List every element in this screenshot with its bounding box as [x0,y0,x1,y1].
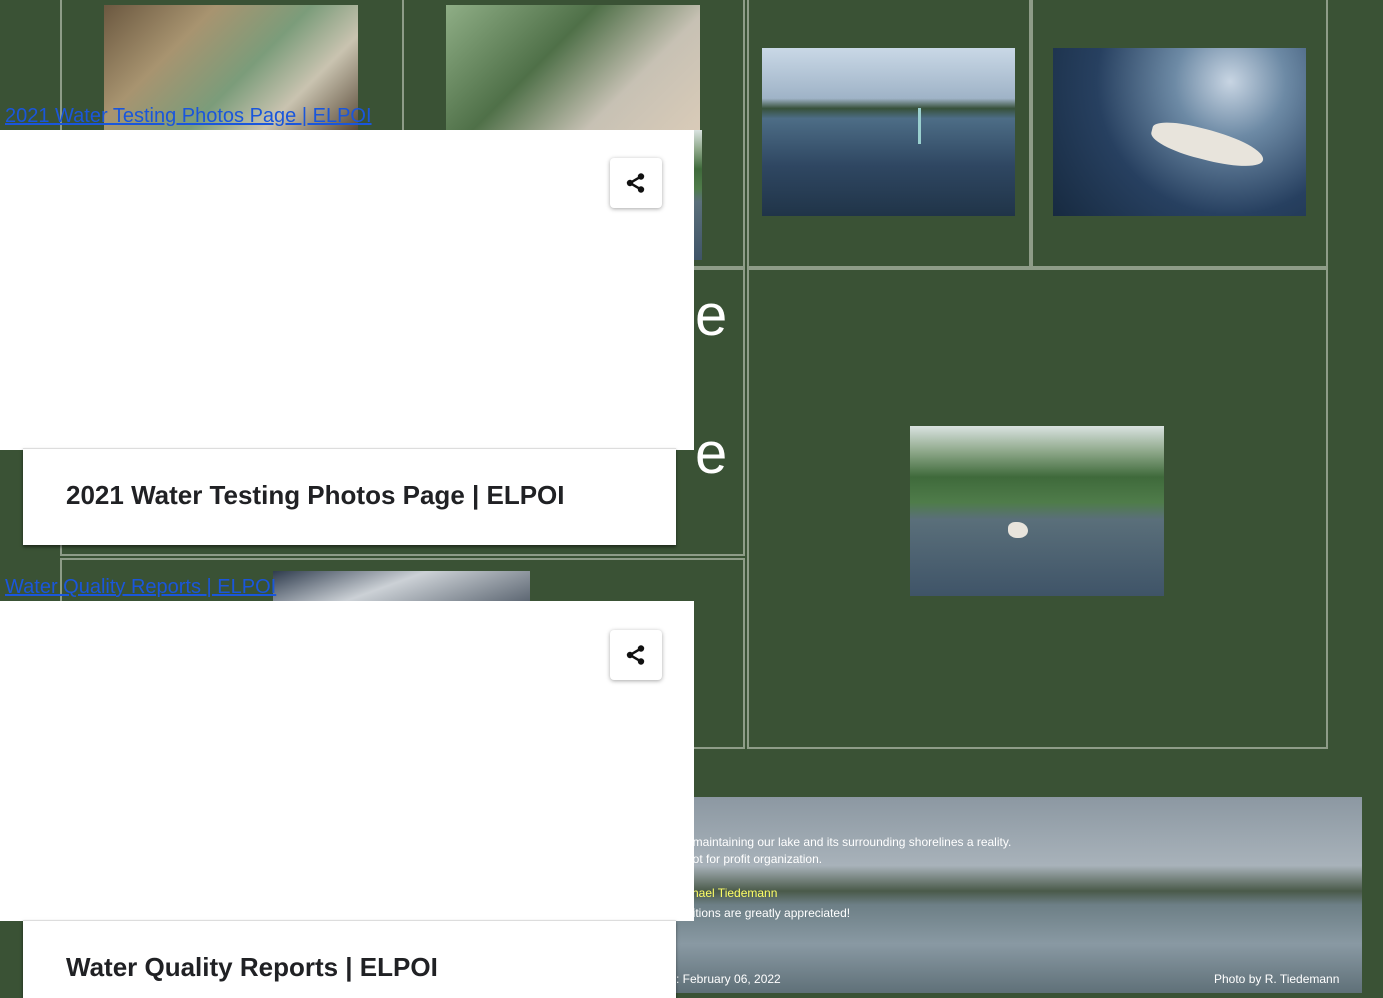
banner-date: : February 06, 2022 [676,972,781,986]
boat-photo [273,571,530,603]
lake-photo [762,48,1015,216]
forest-strip-photo [694,130,702,260]
banner-text: not for profit organization. [686,852,823,866]
photo-credit: Photo by R. Tiedemann [1214,972,1340,986]
banner-text: f maintaining our lake and its surroundi… [686,835,1012,849]
heading-fragment: e [695,421,728,486]
card-link[interactable]: Water Quality Reports | ELPOI [5,576,276,599]
kayak-shape [1008,522,1028,538]
kayak-photo [910,426,1164,596]
card-title-box[interactable]: 2021 Water Testing Photos Page | ELPOI [23,448,676,545]
card-title: 2021 Water Testing Photos Page | ELPOI [66,480,565,510]
link-preview-card [0,601,694,921]
card-title: Water Quality Reports | ELPOI [66,952,438,982]
share-icon [626,173,645,193]
banner-text: chael Tiedemann [686,886,778,900]
share-icon [626,645,645,665]
banner-text: ditions are greatly appreciated! [686,906,851,920]
share-button[interactable] [610,158,662,208]
card-title-box[interactable]: Water Quality Reports | ELPOI [23,920,676,998]
porch-photo [446,5,700,130]
card-link[interactable]: 2021 Water Testing Photos Page | ELPOI [5,105,372,128]
heading-fragment: e [695,283,728,348]
lake-arrow [918,108,921,144]
link-preview-card [0,130,694,450]
share-button[interactable] [610,630,662,680]
banner-photo [676,797,1362,993]
